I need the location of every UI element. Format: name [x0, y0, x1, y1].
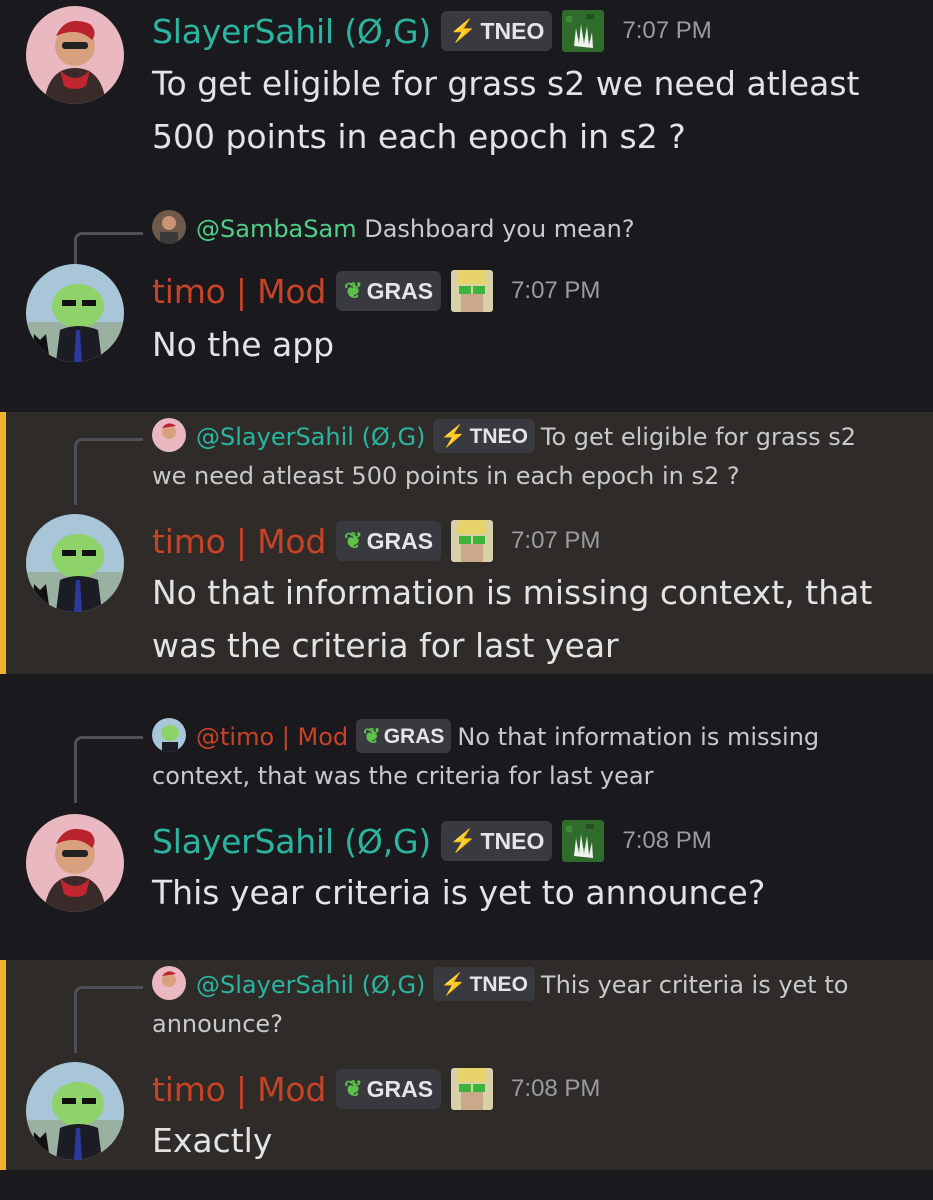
timestamp[interactable]: 7:08 PM	[622, 827, 711, 855]
reply-text: To get eligible for grass s2	[540, 423, 856, 451]
avatar-timo[interactable]	[26, 264, 124, 362]
reply-guild-tag-label: GRAS	[383, 724, 445, 748]
reply-mention[interactable]: @SambaSam	[196, 215, 357, 243]
reply-mention[interactable]: @SlayerSahil (Ø,G)	[196, 423, 425, 451]
reply-preview[interactable]: @SlayerSahil (Ø,G) ⚡ TNEO To get eligible f…	[152, 418, 912, 496]
reply-guild-tag-label: TNEO	[469, 972, 528, 996]
guild-tag[interactable]: ⚡ TNEO	[441, 821, 553, 861]
grass-hand-badge-icon[interactable]	[562, 820, 605, 862]
message-content: No that information is missing context, …	[152, 566, 912, 672]
message-line: To get eligible for grass s2 we need atl…	[152, 64, 860, 103]
guild-tag-label: TNEO	[480, 17, 545, 44]
message-line: No that information is missing context, …	[152, 573, 873, 612]
timestamp[interactable]: 7:07 PM	[511, 527, 600, 555]
sunglasses-badge-icon[interactable]	[451, 1068, 494, 1110]
reply-mention[interactable]: @timo | Mod	[196, 723, 348, 751]
timestamp[interactable]: 7:07 PM	[622, 17, 711, 45]
reply-text: Dashboard you mean?	[364, 215, 635, 243]
message-3: @SlayerSahil (Ø,G) ⚡ TNEO To get eligible f…	[0, 412, 933, 674]
message-line: 500 points in each epoch in s2 ?	[152, 117, 686, 156]
reply-text: This year criteria is yet to	[540, 971, 849, 999]
message-header: timo | Mod ❦ GRAS 7:07 PM	[152, 270, 600, 312]
reply-preview[interactable]: @timo | Mod ❦ GRAS No that information is m…	[152, 718, 912, 796]
reply-text: No that information is missing	[457, 723, 820, 751]
avatar-slayersahil[interactable]	[26, 814, 124, 912]
guild-tag[interactable]: ❦ GRAS	[336, 1069, 442, 1109]
message-header: timo | Mod ❦ GRAS 7:07 PM	[152, 520, 600, 562]
avatar-slayersahil[interactable]	[26, 6, 124, 104]
reply-guild-tag: ❦ GRAS	[356, 719, 452, 753]
guild-tag-label: TNEO	[480, 827, 545, 854]
author-name[interactable]: timo | Mod	[152, 522, 326, 561]
guild-tag-label: GRAS	[366, 1075, 434, 1102]
message-line: was the criteria for last year	[152, 626, 619, 665]
message-2: @SambaSam Dashboard you mean? timo | Mod…	[0, 190, 933, 410]
reply-mention[interactable]: @SlayerSahil (Ø,G)	[196, 971, 425, 999]
author-name[interactable]: SlayerSahil (Ø,G)	[152, 12, 431, 51]
avatar-timo[interactable]	[26, 1062, 124, 1160]
guild-tag[interactable]: ❦ GRAS	[336, 521, 442, 561]
leaf-icon: ❦	[363, 724, 381, 748]
lightning-bolt-icon: ⚡	[440, 424, 467, 448]
message-content: Exactly	[152, 1114, 912, 1167]
reply-text-line-2: context, that was the criteria for last …	[152, 762, 654, 790]
message-line: Exactly	[152, 1121, 273, 1160]
message-line: No the app	[152, 325, 335, 364]
reply-preview[interactable]: @SambaSam Dashboard you mean?	[152, 210, 912, 249]
guild-tag[interactable]: ⚡ TNEO	[441, 11, 553, 51]
message-content: This year criteria is yet to announce?	[152, 866, 912, 919]
reply-avatar	[152, 418, 186, 452]
sunglasses-badge-icon[interactable]	[451, 520, 494, 562]
leaf-icon: ❦	[344, 1076, 363, 1101]
reply-guild-tag-label: TNEO	[469, 424, 528, 448]
timestamp[interactable]: 7:07 PM	[511, 277, 600, 305]
reply-spine	[74, 736, 143, 803]
reply-spine	[74, 986, 143, 1053]
lightning-bolt-icon: ⚡	[449, 828, 477, 853]
reply-text-line-2: announce?	[152, 1010, 283, 1038]
reply-avatar	[152, 966, 186, 1000]
author-name[interactable]: timo | Mod	[152, 272, 326, 311]
message-content: No the app	[152, 318, 912, 371]
reply-guild-tag: ⚡ TNEO	[433, 967, 535, 1001]
author-name[interactable]: SlayerSahil (Ø,G)	[152, 822, 431, 861]
reply-guild-tag: ⚡ TNEO	[433, 419, 535, 453]
sunglasses-badge-icon[interactable]	[451, 270, 494, 312]
author-name[interactable]: timo | Mod	[152, 1070, 326, 1109]
message-1: SlayerSahil (Ø,G) ⚡ TNEO 7:07 PM To get e…	[0, 0, 933, 190]
guild-tag-label: GRAS	[366, 277, 434, 304]
reply-spine	[74, 232, 143, 265]
message-5: @SlayerSahil (Ø,G) ⚡ TNEO This year criteri…	[0, 960, 933, 1170]
reply-avatar	[152, 718, 186, 752]
message-line: This year criteria is yet to announce?	[152, 873, 766, 912]
leaf-icon: ❦	[344, 528, 363, 553]
guild-tag[interactable]: ❦ GRAS	[336, 271, 442, 311]
message-content: To get eligible for grass s2 we need atl…	[152, 57, 912, 163]
lightning-bolt-icon: ⚡	[440, 972, 467, 996]
message-4: @timo | Mod ❦ GRAS No that information is m…	[0, 700, 933, 950]
avatar-timo[interactable]	[26, 514, 124, 612]
reply-preview[interactable]: @SlayerSahil (Ø,G) ⚡ TNEO This year criteri…	[152, 966, 912, 1044]
leaf-icon: ❦	[344, 278, 363, 303]
grass-hand-badge-icon[interactable]	[562, 10, 605, 52]
guild-tag-label: GRAS	[366, 527, 434, 554]
timestamp[interactable]: 7:08 PM	[511, 1075, 600, 1103]
message-header: SlayerSahil (Ø,G) ⚡ TNEO 7:08 PM	[152, 820, 712, 862]
message-header: timo | Mod ❦ GRAS 7:08 PM	[152, 1068, 600, 1110]
reply-avatar	[152, 210, 186, 244]
message-header: SlayerSahil (Ø,G) ⚡ TNEO 7:07 PM	[152, 10, 712, 52]
reply-spine	[74, 438, 143, 505]
lightning-bolt-icon: ⚡	[449, 18, 477, 43]
reply-text-line-2: we need atleast 500 points in each epoch…	[152, 462, 740, 490]
